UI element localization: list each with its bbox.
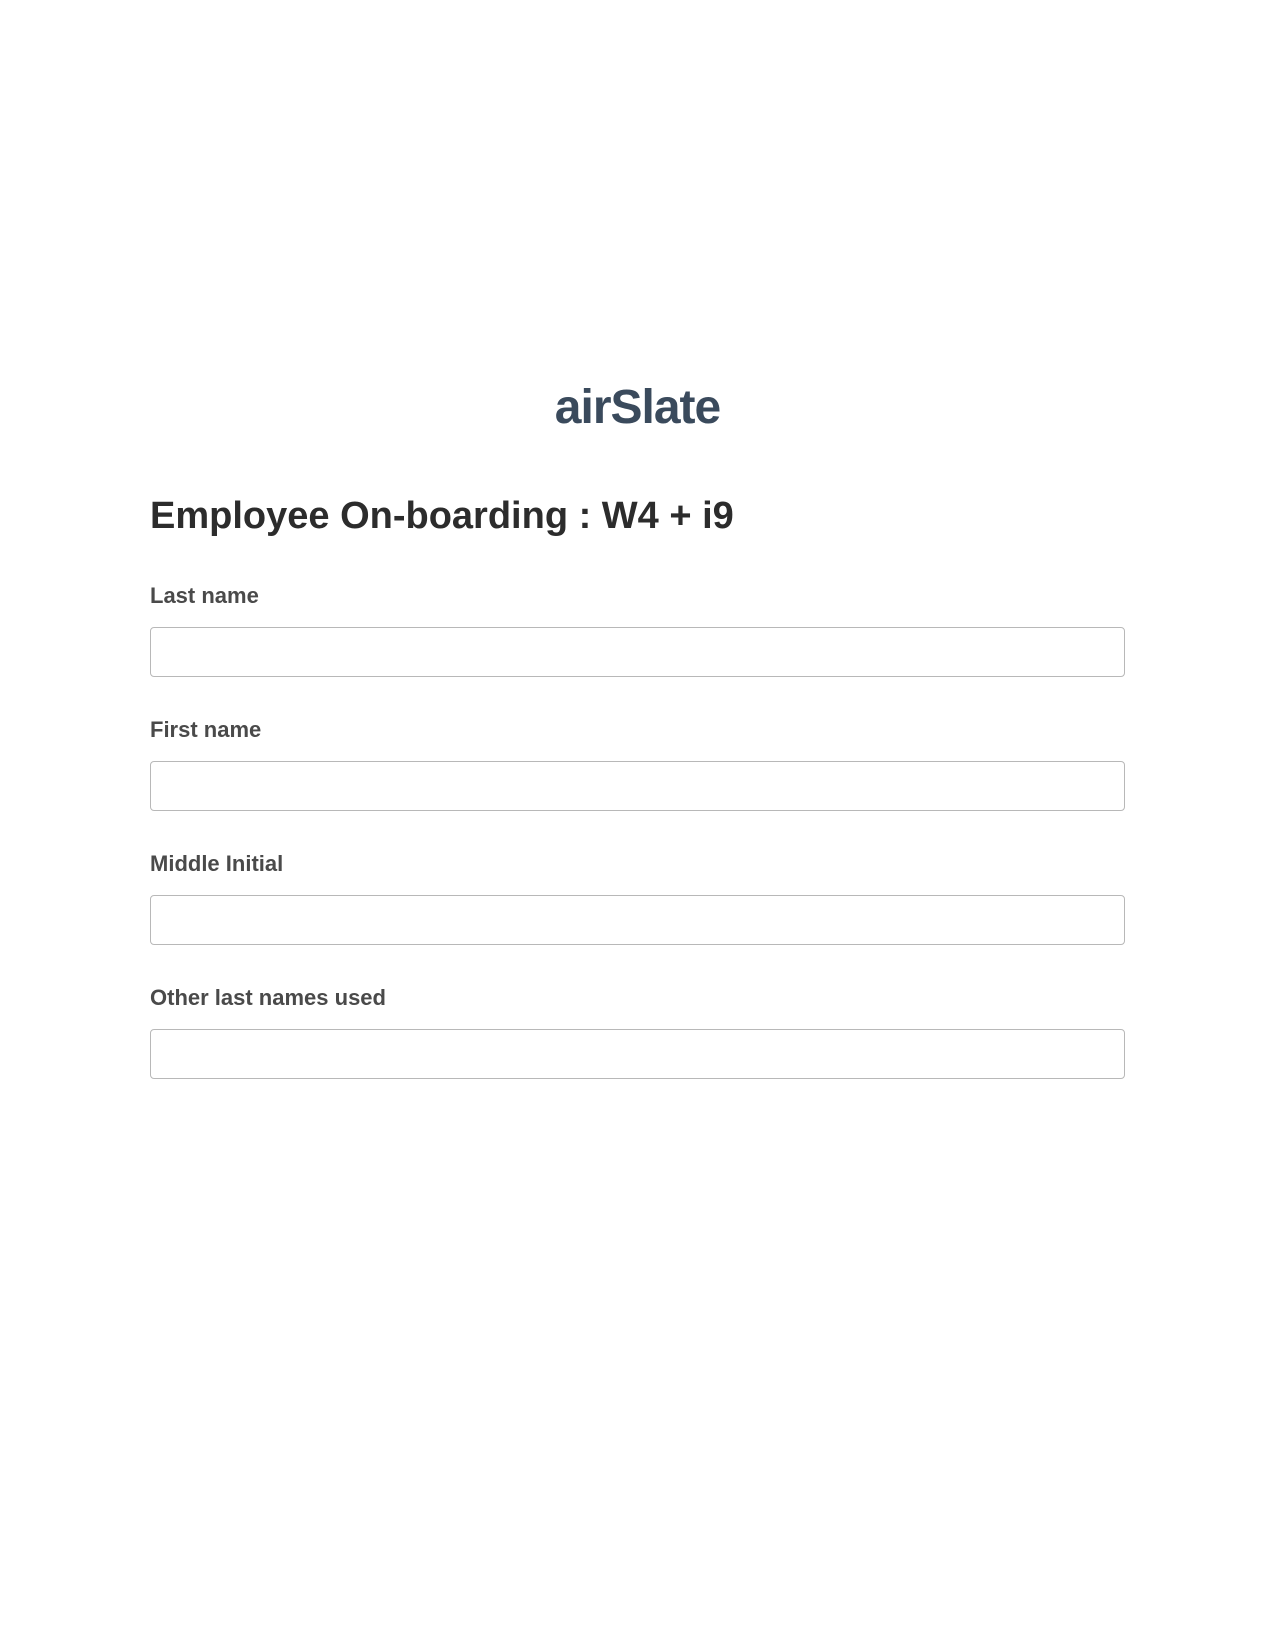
label-other-last-names: Other last names used (150, 985, 1125, 1011)
form-wrapper: Employee On-boarding : W4 + i9 Last name… (0, 495, 1275, 1079)
field-middle-initial: Middle Initial (150, 851, 1125, 945)
field-last-name: Last name (150, 583, 1125, 677)
field-other-last-names: Other last names used (150, 985, 1125, 1079)
label-first-name: First name (150, 717, 1125, 743)
input-other-last-names[interactable] (150, 1029, 1125, 1079)
label-middle-initial: Middle Initial (150, 851, 1125, 877)
logo-wrapper: airSlate (0, 380, 1275, 435)
input-first-name[interactable] (150, 761, 1125, 811)
label-last-name: Last name (150, 583, 1125, 609)
input-last-name[interactable] (150, 627, 1125, 677)
input-middle-initial[interactable] (150, 895, 1125, 945)
page-title: Employee On-boarding : W4 + i9 (150, 495, 1125, 538)
logo-text: airSlate (555, 381, 720, 434)
form-container: airSlate Employee On-boarding : W4 + i9 … (0, 0, 1275, 1079)
field-first-name: First name (150, 717, 1125, 811)
